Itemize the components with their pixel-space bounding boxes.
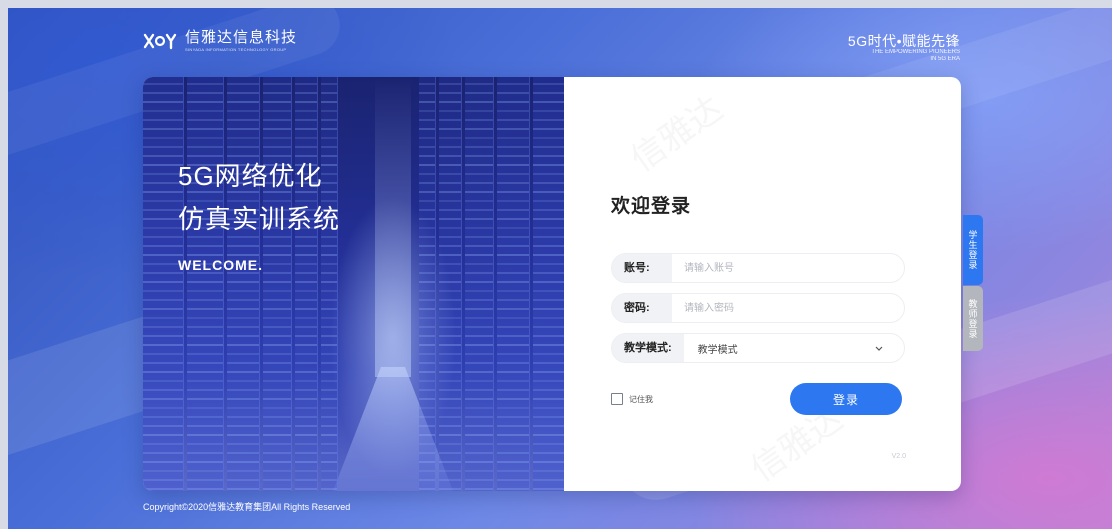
mode-value: 教学模式 [697, 344, 738, 356]
xy-logo-icon [143, 33, 177, 50]
account-input[interactable] [682, 261, 876, 275]
password-label: 密码: [612, 294, 672, 322]
datacenter-image: 5G网络优化 仿真实训系统 WELCOME. [143, 77, 564, 491]
remember-me[interactable]: 记住我 [611, 393, 653, 405]
account-field: 账号: [611, 253, 905, 283]
form-title: 欢迎登录 [611, 196, 692, 217]
login-card: 5G网络优化 仿真实训系统 WELCOME. 信雅达 信雅达 欢迎登录 账号: … [143, 77, 961, 491]
password-field: 密码: [611, 293, 905, 323]
password-input[interactable] [682, 301, 876, 315]
hero-title-line1: 5G网络优化 [178, 161, 323, 191]
slogan-main: 5G时代•赋能先锋 [847, 33, 960, 49]
checkbox-icon[interactable] [611, 393, 623, 405]
slogan: 5G时代•赋能先锋 THE EMPOWERING PIONEERS IN 5G … [848, 33, 960, 63]
window-frame-top [0, 0, 1112, 8]
welcome-text: WELCOME. [178, 257, 263, 273]
mode-label: 教学模式: [612, 334, 684, 362]
hero-title: 5G网络优化 仿真实训系统 [178, 155, 340, 241]
tab-teacher-login[interactable]: 教师登录 [963, 286, 983, 351]
watermark: 信雅达 [624, 89, 730, 180]
tab-student-login[interactable]: 学生登录 [963, 215, 983, 285]
chevron-down-icon[interactable] [872, 341, 886, 355]
copyright: Copyright©2020信雅达教育集团All Rights Reserved [143, 502, 351, 512]
mode-select[interactable]: 教学模式: 教学模式 [611, 333, 905, 363]
slogan-sub-line2: IN 5G ERA [930, 56, 960, 62]
window-frame-left [0, 0, 8, 529]
login-button[interactable]: 登录 [790, 383, 902, 415]
version-text: V2.0 [891, 453, 906, 460]
login-form: 信雅达 信雅达 欢迎登录 账号: 密码: 教学模式: 教学模式 记住我 登录 V… [564, 77, 961, 491]
account-label: 账号: [612, 254, 672, 282]
brand-logo: 信雅达信息科技 SINYADA INFORMATION TECHNOLOGY G… [143, 30, 297, 52]
brand-name: 信雅达信息科技 [185, 29, 298, 46]
slogan-sub-line1: THE EMPOWERING PIONEERS [871, 49, 960, 55]
remember-label: 记住我 [629, 394, 653, 404]
hero-title-line2: 仿真实训系统 [178, 204, 341, 234]
brand-subtitle: SINYADA INFORMATION TECHNOLOGY GROUP [185, 47, 287, 52]
